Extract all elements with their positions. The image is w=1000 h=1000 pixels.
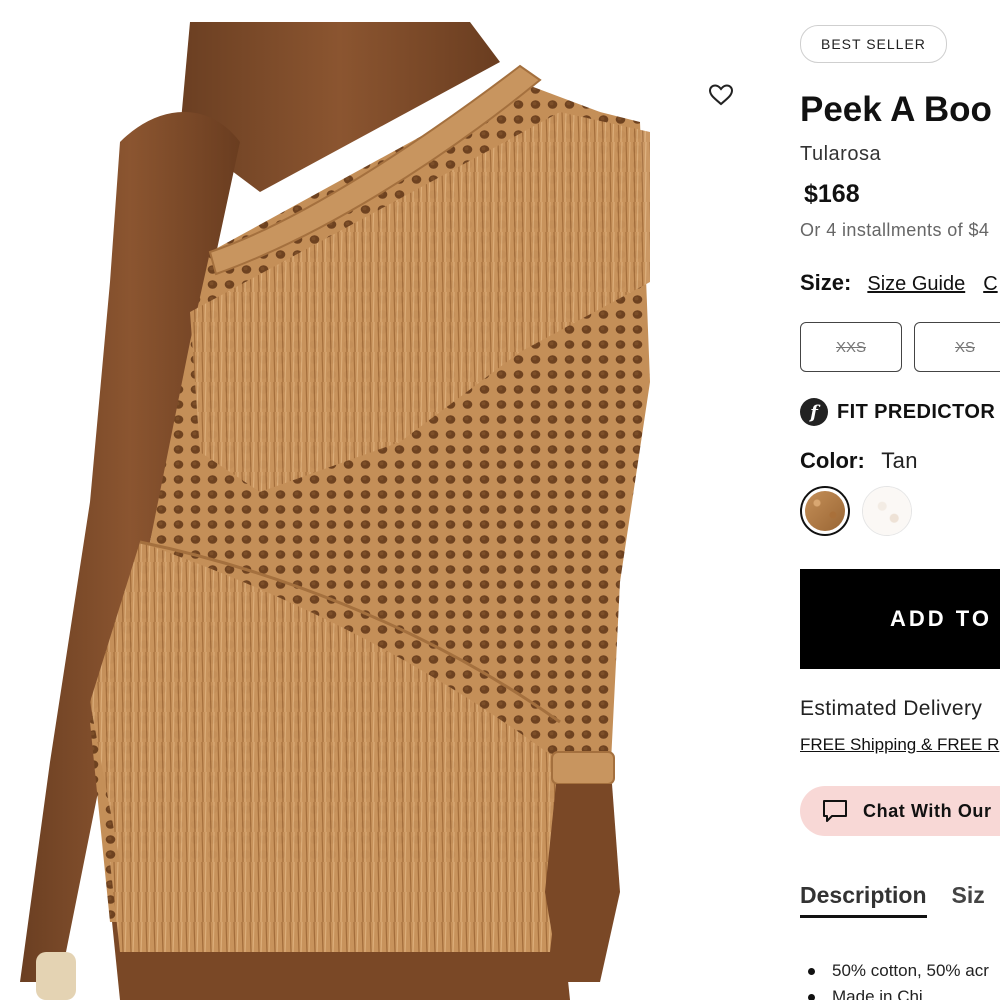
tab-size[interactable]: Siz xyxy=(952,882,985,918)
brand-link[interactable]: Tularosa xyxy=(800,143,881,166)
fit-predictor-label: FIT PREDICTOR xyxy=(837,400,996,423)
color-label: Color: xyxy=(800,448,865,473)
tab-description[interactable]: Description xyxy=(800,882,927,918)
color-row: Color: Tan xyxy=(800,448,918,474)
estimated-delivery: Estimated Delivery xyxy=(800,697,983,720)
size-options: XXS XS xyxy=(800,322,1000,372)
chat-button[interactable]: Chat With Our xyxy=(800,786,1000,836)
info-tabs: Description Siz xyxy=(800,882,1000,918)
fit-predictor-link[interactable]: f FIT PREDICTOR xyxy=(800,398,995,426)
product-title: Peek A Boo xyxy=(800,90,992,129)
size-guide-link[interactable]: Size Guide xyxy=(867,273,965,296)
product-image-area xyxy=(0,22,762,1000)
add-to-bag-button[interactable]: ADD TO xyxy=(800,569,1000,669)
color-swatch-white[interactable] xyxy=(862,486,912,536)
size-option-xs[interactable]: XS xyxy=(914,322,1000,372)
wishlist-heart-button[interactable] xyxy=(706,80,736,110)
fit-predictor-logo-icon: f xyxy=(800,398,828,426)
product-info-panel: BEST SELLER Peek A Boo Tularosa $168 Or … xyxy=(800,0,1000,1000)
installments-text: Or 4 installments of $4 xyxy=(800,220,990,240)
swatch-tan-fill xyxy=(805,491,845,531)
size-option-xxs[interactable]: XXS xyxy=(800,322,902,372)
color-value: Tan xyxy=(881,448,918,473)
color-swatches xyxy=(800,486,912,536)
product-photo xyxy=(20,22,650,1000)
chat-bubble-icon xyxy=(822,798,848,824)
size-label: Size: xyxy=(800,270,852,295)
free-shipping-link[interactable]: FREE Shipping & FREE R xyxy=(800,735,999,755)
description-item: 50% cotton, 50% acr xyxy=(800,958,989,984)
size-row: Size: Size Guide C xyxy=(800,270,998,296)
description-list: 50% cotton, 50% acr Made in Chi xyxy=(800,958,989,1000)
size-secondary-link[interactable]: C xyxy=(983,273,997,296)
swatch-white-fill xyxy=(863,487,911,535)
best-seller-badge: BEST SELLER xyxy=(800,25,947,63)
description-item: Made in Chi xyxy=(800,984,989,1000)
color-swatch-tan[interactable] xyxy=(800,486,850,536)
heart-icon xyxy=(708,84,734,106)
chat-label: Chat With Our xyxy=(863,800,992,821)
product-price: $168 xyxy=(804,180,860,208)
